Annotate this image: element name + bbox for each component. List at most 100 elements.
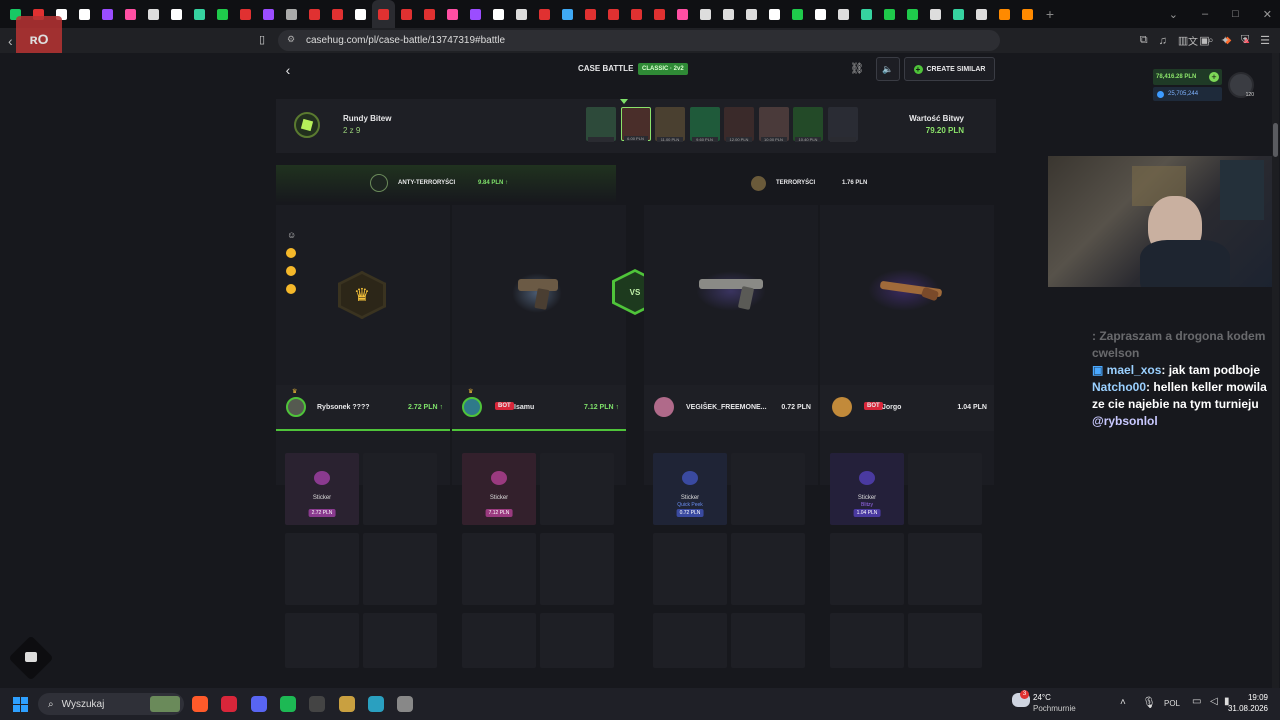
maximize-icon[interactable]: □ (1232, 8, 1239, 20)
browser-tab[interactable] (878, 0, 901, 28)
browser-tab[interactable] (855, 0, 878, 28)
browser-tab[interactable] (487, 0, 510, 28)
avatar[interactable] (654, 397, 674, 417)
windows-start-icon[interactable] (13, 697, 28, 712)
browser-tab[interactable] (970, 0, 993, 28)
browser-tab[interactable] (832, 0, 855, 28)
case-thumbnail[interactable]: 10.40 PLN (793, 107, 823, 142)
weather-desc[interactable]: Pochmurnie (1033, 704, 1076, 713)
search-box[interactable]: ⌕ Wyszukaj (38, 693, 184, 715)
extensions-icon[interactable]: ⧉ (1140, 34, 1148, 47)
chat-username[interactable]: Natcho00 (1092, 380, 1146, 394)
discord-icon[interactable] (250, 696, 267, 712)
case-thumbnail[interactable]: 9.60 PLN (689, 107, 720, 142)
browser-tab[interactable] (671, 0, 694, 28)
avatar[interactable] (832, 397, 852, 417)
case-thumbnail[interactable]: 10.00 PLN (758, 107, 789, 142)
browser-tab[interactable] (625, 0, 648, 28)
browser-tab[interactable] (993, 0, 1016, 28)
browser-tab[interactable] (188, 0, 211, 28)
browser-tab[interactable] (1016, 0, 1039, 28)
browser-tab[interactable] (556, 0, 579, 28)
emoji-angry-icon[interactable] (286, 284, 296, 294)
player-name[interactable]: Rybsonek ???? (317, 404, 370, 411)
new-tab-button[interactable]: + (1039, 0, 1061, 28)
player-name[interactable]: Isamu (514, 404, 534, 411)
browser-tab[interactable] (234, 0, 257, 28)
obs-icon[interactable] (309, 696, 326, 712)
chevron-down-icon[interactable]: ⌄ (1169, 8, 1178, 21)
sound-button[interactable]: 🔈 (876, 57, 900, 81)
add-funds-icon[interactable]: + (1209, 72, 1219, 82)
back-arrow-icon[interactable]: ‹ (8, 33, 13, 49)
emoji-happy-icon[interactable] (286, 248, 296, 258)
mic-icon[interactable]: 🎙 (1142, 696, 1156, 709)
avatar[interactable] (286, 397, 306, 417)
sidebar-icon[interactable]: ▥ (1178, 34, 1188, 47)
case-thumbnail[interactable] (827, 107, 858, 142)
link-icon[interactable]: ⛓ (850, 62, 864, 75)
browser-tab[interactable] (602, 0, 625, 28)
media-icon[interactable]: ♫ (1159, 35, 1167, 47)
browser-tab[interactable] (924, 0, 947, 28)
case-thumbnail[interactable] (586, 107, 616, 142)
create-similar-button[interactable]: + CREATE SIMILAR (904, 57, 995, 81)
player-name[interactable]: VEGIŠEK_FREEMONE... (686, 404, 767, 411)
weather-temp[interactable]: 24°C (1033, 693, 1051, 702)
browser-tab[interactable] (901, 0, 924, 28)
drop-card[interactable]: Sticker Blitzy 1.04 PLN (830, 453, 904, 525)
points-box[interactable]: 25,705,244 (1153, 87, 1222, 101)
vpn-icon[interactable]: ⛨ (1241, 34, 1249, 47)
url-field[interactable]: ⚙ casehug.com/pl/case-battle/13747319#ba… (278, 30, 1251, 51)
browser-tab[interactable] (73, 0, 96, 28)
user-avatar[interactable]: 120 (1228, 72, 1254, 98)
browser-tab[interactable] (96, 0, 119, 28)
browser-tab[interactable] (763, 0, 786, 28)
clock-date[interactable]: 31.08.2026 (1224, 704, 1268, 713)
case-thumbnail[interactable]: 11.00 PLN (655, 107, 685, 142)
browser-tab[interactable] (303, 0, 326, 28)
balance-box[interactable]: 78,416.28 PLN + (1153, 69, 1222, 85)
chat-username[interactable]: @rybsonlol (1092, 414, 1158, 428)
spotify-icon[interactable] (279, 696, 296, 712)
browser-tab[interactable] (372, 0, 395, 28)
case-thumbnail[interactable]: 12.00 PLN (724, 107, 754, 142)
browser-tab[interactable] (947, 0, 970, 28)
menu-icon[interactable]: ☰ (1260, 34, 1270, 47)
browser-tab[interactable] (211, 0, 234, 28)
browser-tab[interactable] (165, 0, 188, 28)
emoji-neutral-icon[interactable]: ☺ (287, 230, 296, 240)
speaker-tray-icon[interactable]: ◁ (1210, 696, 1218, 707)
browser-tab[interactable] (119, 0, 142, 28)
browser-tab[interactable] (786, 0, 809, 28)
case-thumbnail[interactable]: 6.00 PLN (620, 107, 651, 141)
browser-tab[interactable] (648, 0, 671, 28)
brave-icon[interactable] (192, 696, 208, 712)
back-button[interactable]: ‹ (276, 59, 300, 81)
browser-tab[interactable] (441, 0, 464, 28)
browser-tab[interactable] (349, 0, 372, 28)
browser-tab[interactable] (579, 0, 602, 28)
avatar[interactable] (462, 397, 482, 417)
display-icon[interactable]: ▭ (1192, 696, 1201, 707)
leo-icon[interactable]: ✦ (1221, 34, 1230, 47)
browser-tab[interactable] (280, 0, 303, 28)
close-icon[interactable]: ✕ (1263, 8, 1272, 21)
drop-card[interactable]: Sticker 7.12 PLN (462, 453, 536, 525)
site-info-icon[interactable]: ⚙ (287, 34, 295, 45)
browser-tab[interactable] (326, 0, 349, 28)
settings-icon[interactable] (397, 696, 414, 712)
scrollbar-thumb[interactable] (1273, 123, 1278, 157)
browser-tab[interactable] (142, 0, 165, 28)
app-red-icon[interactable] (221, 696, 238, 712)
browser-tab[interactable] (740, 0, 763, 28)
bookmark-icon[interactable]: ▯ (259, 33, 265, 46)
chat-username[interactable]: mael_xos (1107, 363, 1162, 377)
drop-card[interactable]: Sticker 2.72 PLN (285, 453, 359, 525)
drop-card[interactable]: Sticker Quick Peek 0.72 PLN (653, 453, 727, 525)
browser-tab[interactable] (257, 0, 280, 28)
app-yellow-icon[interactable] (338, 696, 355, 712)
browser-tab[interactable] (809, 0, 832, 28)
browser-tab[interactable] (418, 0, 441, 28)
browser-tab[interactable] (395, 0, 418, 28)
